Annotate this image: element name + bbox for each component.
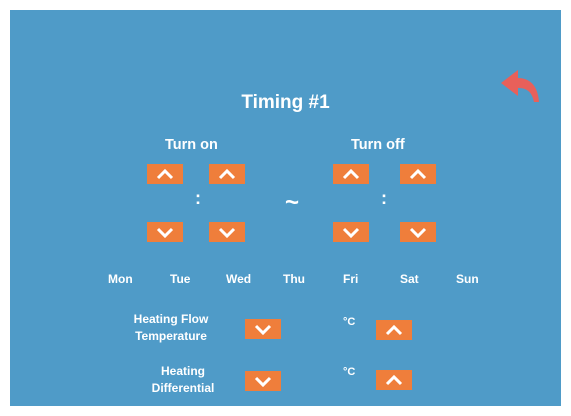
on-minute-up-button[interactable] xyxy=(209,164,245,184)
off-hour-up-button[interactable] xyxy=(333,164,369,184)
chevron-down-icon xyxy=(409,227,427,238)
heating-differential-unit: °C xyxy=(343,366,356,378)
chevron-up-icon xyxy=(156,168,174,180)
off-time-colon: : xyxy=(381,188,387,208)
chevron-down-icon xyxy=(254,324,272,335)
day-mon[interactable]: Mon xyxy=(108,272,133,286)
chevron-up-icon xyxy=(385,374,403,386)
heating-flow-temperature-label: Heating Flow Temperature xyxy=(111,311,231,345)
heating-flow-down-button[interactable] xyxy=(245,319,281,339)
heating-flow-label-line2: Temperature xyxy=(135,329,207,343)
chevron-up-icon xyxy=(385,324,403,336)
timing-screen: Timing #1 Turn on Turn off : : ~ Mon Tue… xyxy=(10,10,561,406)
day-wed[interactable]: Wed xyxy=(226,272,251,286)
heating-flow-up-button[interactable] xyxy=(376,320,412,340)
heating-differential-label-line1: Heating xyxy=(160,364,205,378)
heating-differential-up-button[interactable] xyxy=(376,370,412,390)
day-fri[interactable]: Fri xyxy=(343,272,358,286)
on-hour-up-button[interactable] xyxy=(147,164,183,184)
chevron-up-icon xyxy=(342,168,360,180)
on-minute-down-button[interactable] xyxy=(209,222,245,242)
heating-differential-label-line2: Differential xyxy=(151,381,215,395)
day-sat[interactable]: Sat xyxy=(400,272,419,286)
day-thu[interactable]: Thu xyxy=(283,272,305,286)
on-time-colon: : xyxy=(195,188,201,208)
heating-flow-label-line1: Heating Flow xyxy=(133,312,209,326)
day-tue[interactable]: Tue xyxy=(170,272,190,286)
off-minute-down-button[interactable] xyxy=(400,222,436,242)
heating-differential-down-button[interactable] xyxy=(245,371,281,391)
off-hour-down-button[interactable] xyxy=(333,222,369,242)
heating-differential-label: Heating Differential xyxy=(123,363,243,397)
range-tilde: ~ xyxy=(285,189,300,216)
chevron-up-icon xyxy=(218,168,236,180)
off-minute-up-button[interactable] xyxy=(400,164,436,184)
chevron-down-icon xyxy=(342,227,360,238)
turn-off-label: Turn off xyxy=(351,137,405,153)
page-title: Timing #1 xyxy=(241,92,330,113)
turn-on-label: Turn on xyxy=(165,137,218,153)
day-sun[interactable]: Sun xyxy=(456,272,479,286)
chevron-down-icon xyxy=(156,227,174,238)
on-hour-down-button[interactable] xyxy=(147,222,183,242)
chevron-down-icon xyxy=(218,227,236,238)
heating-flow-unit: °C xyxy=(343,316,356,328)
chevron-down-icon xyxy=(254,376,272,387)
chevron-up-icon xyxy=(409,168,427,180)
